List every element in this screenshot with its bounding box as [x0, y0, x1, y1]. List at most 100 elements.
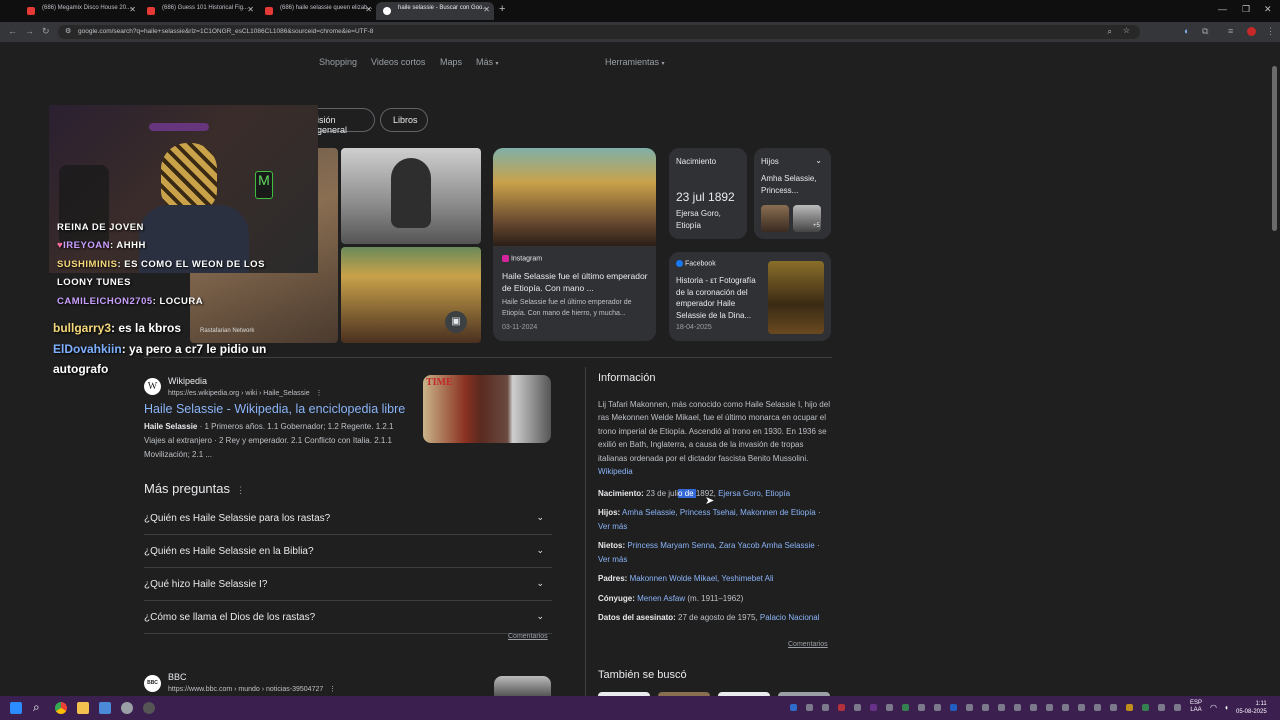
close-tab-icon[interactable]: ✕ [129, 5, 136, 14]
bookmark-star-icon[interactable]: ☆ [1123, 26, 1130, 35]
page-scrollbar[interactable] [1272, 66, 1277, 231]
tray-icon[interactable] [1014, 704, 1021, 711]
tray-icon[interactable] [950, 704, 957, 711]
more-options-icon[interactable]: ⋮ [325, 686, 336, 693]
tray-icon[interactable] [886, 704, 893, 711]
chrome-icon[interactable] [55, 702, 67, 714]
chevron-down-icon[interactable]: ⌄ [815, 156, 822, 165]
haile-bw-image[interactable] [341, 148, 481, 244]
tray-icon[interactable] [854, 704, 861, 711]
settings-icon[interactable] [121, 702, 133, 714]
obs-icon[interactable] [143, 702, 155, 714]
hijos-links[interactable]: Amha Selassie, Princess Tsehai, Makonnen… [622, 508, 816, 517]
tray-icon[interactable] [1046, 704, 1053, 711]
tab-mas[interactable]: Más ▾ [476, 57, 499, 67]
conyuge-link[interactable]: Menen Asfaw [637, 594, 685, 603]
browser-tab-2[interactable]: (686) Guess 101 Historical Fig... ✕ [140, 2, 258, 20]
extension-icon[interactable]: ◐ [1184, 26, 1189, 36]
ver-mas-link[interactable]: Ver más [598, 555, 627, 564]
browser-tab-3[interactable]: (686) haile selassie queen elizab... ✕ [258, 2, 376, 20]
tray-icon[interactable] [1142, 704, 1149, 711]
palacio-link[interactable]: Palacio Nacional [760, 613, 820, 622]
tray-icon[interactable] [1030, 704, 1037, 711]
haile-crown-image[interactable]: ▣ [341, 247, 481, 343]
info-hijos: Hijos: Amha Selassie, Princess Tsehai, M… [598, 508, 821, 531]
panel-feedback-link[interactable]: Comentarios [788, 641, 828, 648]
tray-icon[interactable] [806, 704, 813, 711]
tray-icon[interactable] [998, 704, 1005, 711]
chip-libros[interactable]: Libros [380, 108, 428, 132]
start-menu-icon[interactable] [10, 702, 22, 714]
questions-feedback-link[interactable]: Comentarios [508, 633, 548, 640]
back-icon[interactable]: ← [8, 26, 17, 36]
image-gallery-icon[interactable]: ▣ [445, 311, 467, 333]
hijos-card[interactable]: Hijos ⌄ Amha Selassie, Princess... +5 [754, 148, 831, 239]
bbc-thumbnail[interactable] [494, 676, 551, 696]
tray-icon[interactable] [822, 704, 829, 711]
padres-links[interactable]: Makonnen Wolde Mikael, Yeshimebet Ali [630, 574, 774, 583]
tray-icon[interactable] [1158, 704, 1165, 711]
profile-avatar[interactable] [1247, 27, 1256, 36]
tray-icon[interactable] [934, 704, 941, 711]
birthplace-link[interactable]: Ejersa Goro, Etiopía [718, 489, 790, 498]
question-item[interactable]: ¿Quién es Haile Selassie en la Biblia? ⌄ [144, 535, 552, 568]
site-info-icon[interactable]: ⚙ [65, 27, 71, 35]
nietos-links[interactable]: Princess Maryam Senna, Zara Yacob Amha S… [627, 541, 814, 550]
instagram-date: 03-11-2024 [502, 324, 538, 331]
tab-search-icon[interactable]: ≡ [1228, 26, 1233, 36]
browser-tab-4[interactable]: haile selassie - Buscar con Goo... ✕ [376, 2, 494, 20]
close-tab-icon[interactable]: ✕ [247, 5, 254, 14]
tray-icon[interactable] [966, 704, 973, 711]
tab-videos-cortos[interactable]: Videos cortos [371, 57, 425, 67]
tray-icon[interactable] [870, 704, 877, 711]
tab-shopping[interactable]: Shopping [319, 57, 357, 67]
question-item[interactable]: ¿Quién es Haile Selassie para los rastas… [144, 502, 552, 535]
wikipedia-thumbnail[interactable]: TIME [423, 375, 551, 443]
minimize-icon[interactable]: — [1218, 4, 1227, 14]
tray-icon[interactable] [982, 704, 989, 711]
tools-button[interactable]: Herramientas ▾ [605, 57, 665, 67]
new-tab-icon[interactable]: + [499, 3, 505, 15]
facebook-card[interactable]: Facebook Historia - ετ Fotografía de la … [669, 252, 831, 341]
instagram-card[interactable]: Instagram Haile Selassie fue el último e… [493, 148, 656, 341]
zoom-icon[interactable]: ⌕ [1108, 27, 1112, 37]
tray-icon[interactable] [790, 704, 797, 711]
question-item[interactable]: ¿Cómo se llama el Dios de los rastas? ⌄ [144, 601, 552, 634]
volume-icon[interactable]: ◖ [1224, 703, 1229, 712]
question-item[interactable]: ¿Qué hizo Haile Selassie I? ⌄ [144, 568, 552, 601]
chat-line: LOONY TUNES [57, 277, 131, 288]
tray-icon[interactable] [1126, 704, 1133, 711]
window-close-icon[interactable]: ✕ [1264, 4, 1272, 15]
search-icon[interactable]: ⌕ [33, 700, 40, 715]
browser-tab-1[interactable]: (686) Megamix Disco House 20... ✕ [20, 2, 140, 20]
keyboard-language[interactable]: ESP LAA [1190, 700, 1202, 714]
nacimiento-card[interactable]: Nacimiento 23 jul 1892 Ejersa Goro, Etio… [669, 148, 747, 239]
forward-icon[interactable]: → [25, 26, 34, 36]
wifi-icon[interactable]: ◠ [1210, 703, 1217, 712]
chat-line: ♥IREYOAN: AHHH [57, 240, 146, 251]
tray-icon[interactable] [838, 704, 845, 711]
tray-icon[interactable] [1078, 704, 1085, 711]
tray-icon[interactable] [1174, 704, 1181, 711]
wikipedia-source-link[interactable]: Wikipedia [598, 467, 633, 476]
tray-icon[interactable] [918, 704, 925, 711]
tray-icon[interactable] [902, 704, 909, 711]
file-explorer-icon[interactable] [77, 702, 89, 714]
app-icon[interactable] [99, 702, 111, 714]
maximize-icon[interactable]: ❐ [1242, 4, 1250, 15]
tray-icon[interactable] [1094, 704, 1101, 711]
close-tab-icon[interactable]: ✕ [365, 5, 372, 14]
close-tab-icon[interactable]: ✕ [483, 5, 490, 14]
tray-icon[interactable] [1062, 704, 1069, 711]
clock[interactable]: 1:11 05-08-2025 [1236, 700, 1267, 716]
more-options-icon[interactable]: ⋮ [312, 390, 322, 397]
tray-icon[interactable] [1110, 704, 1117, 711]
wikipedia-title-link[interactable]: Haile Selassie - Wikipedia, la enciclope… [144, 402, 405, 416]
ver-mas-link[interactable]: Ver más [598, 522, 627, 531]
more-options-icon[interactable]: ⋮ [234, 485, 245, 495]
menu-icon[interactable]: ⋮ [1266, 26, 1275, 37]
extensions-puzzle-icon[interactable]: ⧉ [1202, 26, 1208, 37]
address-bar[interactable]: ⚙ google.com/search?q=haile+selassie&rlz… [58, 25, 1140, 39]
tab-maps[interactable]: Maps [440, 57, 462, 67]
reload-icon[interactable]: ↻ [42, 26, 50, 37]
